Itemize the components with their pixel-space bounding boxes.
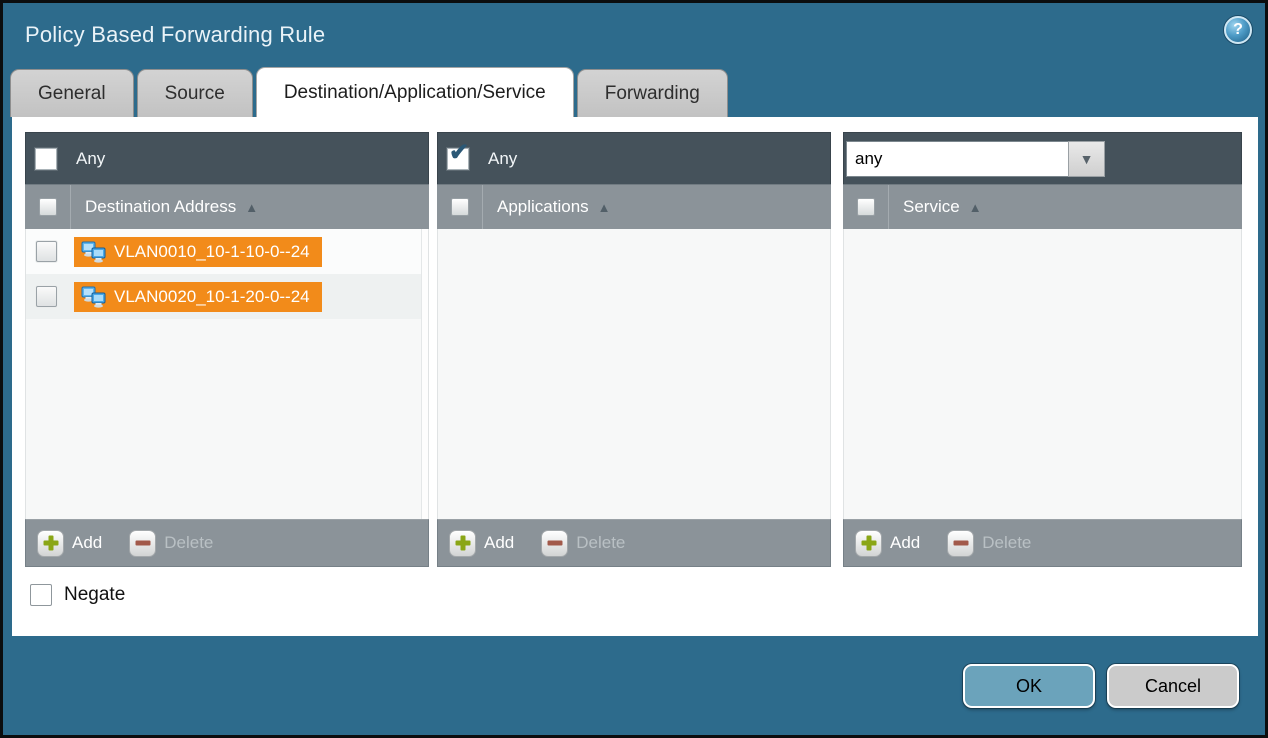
applications-add-button[interactable]: Add (449, 530, 514, 557)
address-object-chip[interactable]: VLAN0010_10-1-10-0--24 (74, 237, 322, 267)
delete-button-label: Delete (982, 533, 1031, 553)
add-icon (37, 530, 64, 557)
address-object-label: VLAN0010_10-1-10-0--24 (114, 242, 310, 262)
tab-content-panel: Any Destination Address ▲ (12, 117, 1258, 636)
service-dropdown-bar: ▼ (843, 132, 1242, 184)
table-row[interactable]: VLAN0020_10-1-20-0--24 (26, 274, 428, 319)
destination-column-header[interactable]: Destination Address ▲ (71, 185, 258, 229)
service-select-all-cell (843, 185, 889, 229)
row-checkbox[interactable] (36, 241, 57, 262)
network-icon (81, 241, 107, 263)
negate-row: Negate (30, 584, 1258, 606)
tab-destination-application-service[interactable]: Destination/Application/Service (256, 67, 574, 117)
service-type-value[interactable] (846, 141, 1068, 177)
add-icon (855, 530, 882, 557)
scrollbar-track[interactable] (421, 229, 428, 519)
chevron-down-icon: ▼ (1080, 151, 1094, 167)
title-bar: Policy Based Forwarding Rule ? (3, 3, 1265, 67)
applications-any-bar: ✔ Any (437, 132, 831, 184)
destination-any-label: Any (76, 149, 105, 169)
sort-ascending-icon: ▲ (598, 200, 611, 215)
ok-button[interactable]: OK (963, 664, 1095, 708)
delete-button-label: Delete (164, 533, 213, 553)
service-list (843, 229, 1242, 519)
service-select-all-checkbox[interactable] (857, 198, 875, 216)
applications-select-all-cell (437, 185, 483, 229)
service-type-dropdown[interactable]: ▼ (846, 141, 1105, 177)
destination-address-list: VLAN0010_10-1-10-0--24 (25, 229, 429, 519)
applications-list (437, 229, 831, 519)
applications-footer-bar: Add Delete (437, 519, 831, 567)
columns-container: Any Destination Address ▲ (12, 117, 1258, 567)
negate-checkbox[interactable] (30, 584, 52, 606)
address-object-chip[interactable]: VLAN0020_10-1-20-0--24 (74, 282, 322, 312)
tab-bar: General Source Destination/Application/S… (10, 67, 1265, 117)
add-button-label: Add (484, 533, 514, 553)
destination-select-all-cell (25, 185, 71, 229)
network-icon (81, 286, 107, 308)
row-checkbox[interactable] (36, 286, 57, 307)
service-footer-bar: Add Delete (843, 519, 1242, 567)
sort-ascending-icon: ▲ (969, 200, 982, 215)
add-button-label: Add (890, 533, 920, 553)
destination-select-all-checkbox[interactable] (39, 198, 57, 216)
delete-icon (129, 530, 156, 557)
tab-general[interactable]: General (10, 69, 134, 117)
destination-header-label: Destination Address (85, 197, 236, 217)
service-delete-button[interactable]: Delete (947, 530, 1031, 557)
dialog-footer: OK Cancel (3, 636, 1265, 708)
destination-add-button[interactable]: Add (37, 530, 102, 557)
delete-icon (541, 530, 568, 557)
applications-header-label: Applications (497, 197, 589, 217)
applications-any-label: Any (488, 149, 517, 169)
applications-select-all-checkbox[interactable] (451, 198, 469, 216)
applications-column-header-row: Applications ▲ (437, 184, 831, 229)
destination-any-bar: Any (25, 132, 429, 184)
service-column-header[interactable]: Service ▲ (889, 185, 982, 229)
delete-icon (947, 530, 974, 557)
applications-any-checkbox[interactable]: ✔ (447, 148, 469, 170)
negate-label: Negate (64, 584, 125, 606)
applications-delete-button[interactable]: Delete (541, 530, 625, 557)
service-add-button[interactable]: Add (855, 530, 920, 557)
add-button-label: Add (72, 533, 102, 553)
dropdown-button[interactable]: ▼ (1068, 141, 1105, 177)
tab-forwarding[interactable]: Forwarding (577, 69, 728, 117)
cancel-button[interactable]: Cancel (1107, 664, 1239, 708)
delete-button-label: Delete (576, 533, 625, 553)
sort-ascending-icon: ▲ (245, 200, 258, 215)
applications-column: ✔ Any Applications ▲ (437, 132, 831, 567)
service-column-header-row: Service ▲ (843, 184, 1242, 229)
address-object-label: VLAN0020_10-1-20-0--24 (114, 287, 310, 307)
destination-column-header-row: Destination Address ▲ (25, 184, 429, 229)
help-glyph: ? (1233, 21, 1243, 39)
policy-based-forwarding-rule-dialog: Policy Based Forwarding Rule ? General S… (0, 0, 1268, 738)
destination-footer-bar: Add Delete (25, 519, 429, 567)
service-header-label: Service (903, 197, 960, 217)
destination-address-column: Any Destination Address ▲ (25, 132, 429, 567)
service-column: ▼ Service ▲ Ad (843, 132, 1242, 567)
tab-source[interactable]: Source (137, 69, 253, 117)
help-icon[interactable]: ? (1224, 16, 1252, 44)
add-icon (449, 530, 476, 557)
table-row[interactable]: VLAN0010_10-1-10-0--24 (26, 229, 428, 274)
dialog-title: Policy Based Forwarding Rule (25, 22, 325, 48)
applications-column-header[interactable]: Applications ▲ (483, 185, 611, 229)
checkmark-icon: ✔ (449, 141, 469, 165)
destination-any-checkbox[interactable] (35, 148, 57, 170)
destination-delete-button[interactable]: Delete (129, 530, 213, 557)
